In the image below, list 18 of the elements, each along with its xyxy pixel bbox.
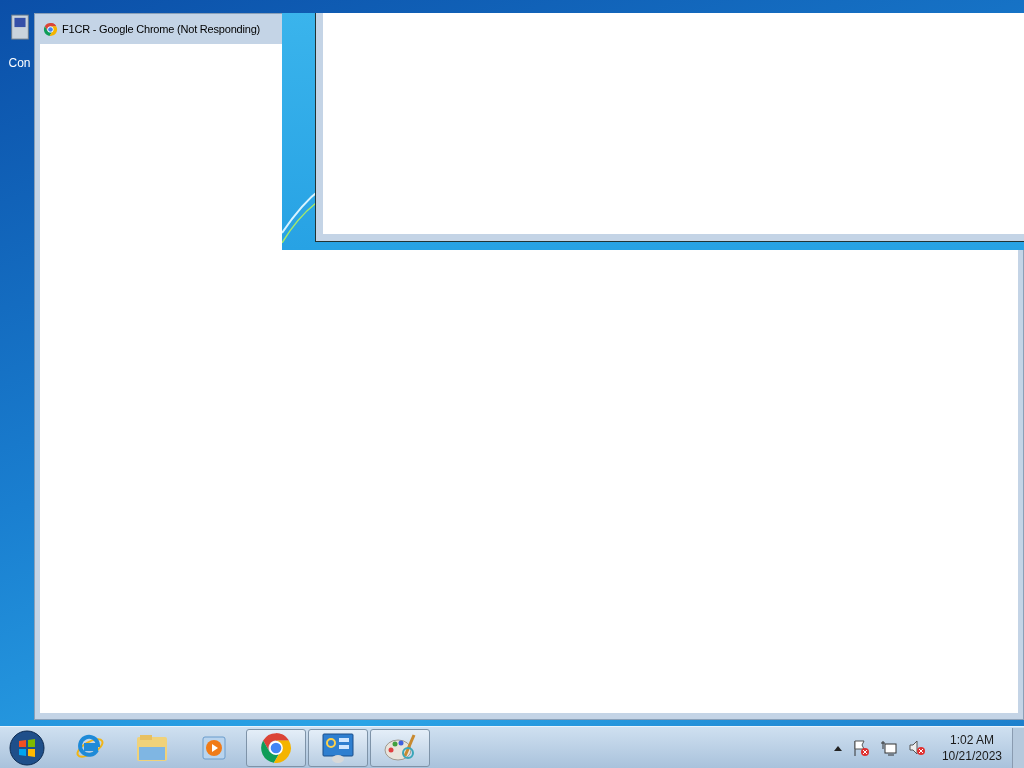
taskbar-button[interactable] <box>246 728 306 767</box>
clock[interactable]: 1:02 AM 10/21/2023 <box>941 731 1002 764</box>
flag-error-icon[interactable] <box>851 738 870 757</box>
speaker-muted-icon[interactable] <box>907 738 926 757</box>
media-player-icon <box>200 733 228 762</box>
window-title: F1CR - Google Chrome (Not Responding) <box>62 21 261 37</box>
taskbar-button[interactable] <box>308 728 368 767</box>
folder-icon <box>135 732 169 763</box>
clock-time: 1:02 AM <box>949 731 994 748</box>
taskbar-button[interactable] <box>370 728 430 767</box>
show-hidden-icons-icon[interactable] <box>833 744 842 751</box>
chrome-icon <box>259 730 293 765</box>
control-panel-icon <box>321 731 355 764</box>
windows-logo-icon <box>9 729 45 766</box>
network-icon[interactable] <box>879 738 898 757</box>
desktop-icon-label: Con <box>8 55 31 72</box>
clock-date: 10/21/2023 <box>941 747 1002 764</box>
chrome-icon <box>43 21 58 37</box>
